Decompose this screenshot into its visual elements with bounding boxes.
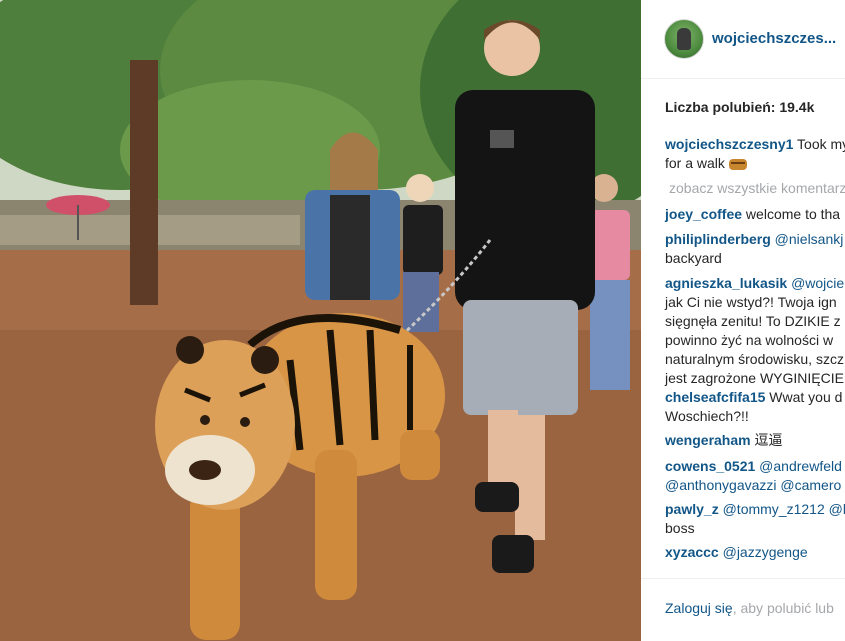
post-sidebar: wojciechszczes... Liczba polubień: 19.4k… bbox=[641, 0, 845, 641]
view-all-comments-link[interactable]: zobacz wszystkie komentarze bbox=[669, 180, 845, 196]
comment-user[interactable]: chelseafcfifa15 bbox=[665, 389, 765, 405]
login-link[interactable]: Zaloguj się bbox=[665, 600, 733, 616]
caption: wojciechszczesny1 Took my for a walk bbox=[665, 135, 845, 173]
profile-avatar[interactable] bbox=[664, 19, 704, 59]
caption-text-line2: for a walk bbox=[665, 155, 725, 171]
comment-mention[interactable]: @nielsankj bbox=[771, 231, 844, 247]
comment-user[interactable]: pawly_z bbox=[665, 501, 719, 517]
comment-text: welcome to tha bbox=[742, 206, 841, 222]
comment-mention[interactable]: @andrewfeld bbox=[755, 458, 842, 474]
likes-count: Liczba polubień: 19.4k bbox=[665, 99, 815, 115]
list-item: pawly_z @tommy_z1212 @b boss bbox=[665, 500, 845, 538]
comment-text: 逗逼 bbox=[750, 432, 783, 448]
avatar-figure bbox=[677, 28, 691, 50]
list-item: xyzaccc @jazzygenge bbox=[665, 543, 845, 562]
post-footer: Zaloguj się, aby polubić lub bbox=[641, 578, 845, 641]
comments-list: wojciechszczesny1 Took my for a walk zob… bbox=[641, 130, 845, 576]
comment-mention[interactable]: @tommy_z1212 @b bbox=[719, 501, 845, 517]
list-item: wengeraham 逗逼 bbox=[665, 431, 845, 450]
caption-user[interactable]: wojciechszczesny1 bbox=[665, 136, 793, 152]
list-item: chelseafcfifa15 Wwat you d Woschiech?!! bbox=[665, 388, 845, 426]
tiger-walk-photo bbox=[0, 0, 641, 641]
comment-user[interactable]: cowens_0521 bbox=[665, 458, 755, 474]
post-username[interactable]: wojciechszczes... bbox=[712, 30, 836, 47]
post-header: wojciechszczes... bbox=[641, 0, 845, 79]
list-item: philiplinderberg @nielsankj backyard bbox=[665, 230, 845, 268]
list-item: cowens_0521 @andrewfeld @anthonygavazzi … bbox=[665, 457, 845, 495]
post-photo[interactable] bbox=[0, 0, 641, 641]
comment-user[interactable]: wengeraham bbox=[665, 432, 751, 448]
comment-user[interactable]: philiplinderberg bbox=[665, 231, 771, 247]
login-prompt-text: , aby polubić lub bbox=[732, 600, 834, 616]
comment-mention[interactable]: @wojcie bbox=[787, 275, 844, 291]
comment-user[interactable]: xyzaccc bbox=[665, 544, 719, 560]
comment-text: jak Ci nie wstyd?! Twoja ign sięgnęła ze… bbox=[665, 294, 844, 386]
login-prompt: Zaloguj się, aby polubić lub bbox=[665, 600, 834, 616]
list-item: agnieszka_lukasik @wojcie jak Ci nie wst… bbox=[665, 274, 845, 388]
comment-user[interactable]: agnieszka_lukasik bbox=[665, 275, 787, 291]
comment-user[interactable]: joey_coffee bbox=[665, 206, 742, 222]
comment-text[interactable]: @anthonygavazzi @camero bbox=[665, 477, 841, 493]
comment-text: boss bbox=[665, 520, 695, 536]
list-item: joey_coffee welcome to tha bbox=[665, 205, 845, 224]
caption-text: Took my bbox=[793, 136, 845, 152]
comment-text: backyard bbox=[665, 250, 722, 266]
comment-mention[interactable]: @jazzygenge bbox=[719, 544, 808, 560]
tiger-emoji-icon bbox=[728, 158, 747, 170]
